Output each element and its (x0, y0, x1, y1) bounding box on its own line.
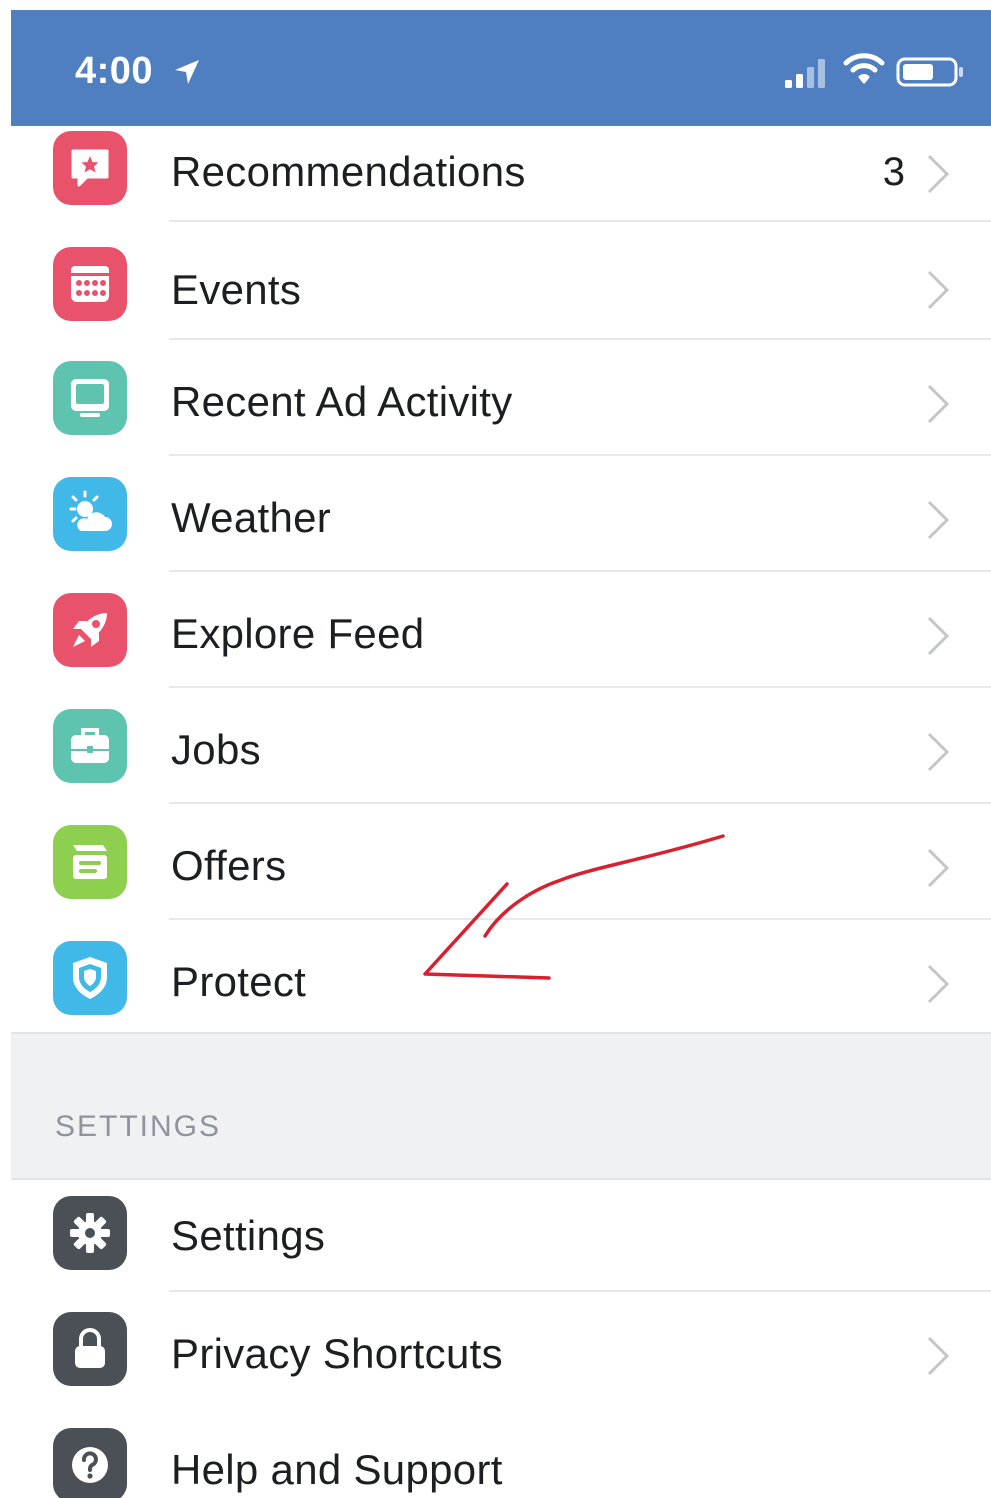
monitor-icon (53, 361, 127, 435)
weather-icon (53, 477, 127, 551)
menu-item-label: Privacy Shortcuts (171, 1330, 503, 1377)
wifi-icon (843, 53, 885, 84)
menu-item-jobs[interactable]: Jobs (11, 688, 991, 804)
battery-icon (896, 57, 963, 87)
menu-item-label: Help and Support (171, 1446, 503, 1493)
menu-item-label: Recent Ad Activity (171, 378, 513, 425)
offers-tag-icon (53, 825, 127, 899)
section-header-settings: SETTINGS (55, 1110, 222, 1143)
chevron-right-icon (927, 964, 950, 1004)
status-bar: 4:00 (11, 10, 991, 126)
chevron-right-icon (927, 154, 950, 194)
phone-screen: 4:00 Recommendations 3 Events Recent Ad … (11, 10, 991, 1498)
cellular-signal-icon (785, 59, 825, 88)
gear-icon (53, 1196, 127, 1270)
menu-item-label: Offers (171, 842, 287, 889)
rocket-icon (53, 593, 127, 667)
menu-item-protect[interactable]: Protect (11, 920, 991, 1036)
menu-item-label: Explore Feed (171, 610, 425, 657)
notification-count-badge: 3 (882, 150, 905, 194)
chevron-right-icon (927, 500, 950, 540)
menu-item-help-and-support[interactable]: Help and Support (11, 1408, 991, 1498)
calendar-icon (53, 247, 127, 321)
menu-item-recommendations[interactable]: Recommendations 3 (11, 116, 991, 232)
menu-item-events[interactable]: Events (11, 222, 991, 338)
menu-item-explore-feed[interactable]: Explore Feed (11, 572, 991, 688)
location-arrow-icon (175, 60, 199, 84)
menu-item-label: Jobs (171, 726, 261, 773)
chevron-right-icon (927, 616, 950, 656)
chevron-right-icon (927, 270, 950, 310)
help-question-icon (53, 1428, 127, 1498)
menu-item-label: Weather (171, 494, 332, 541)
menu-item-settings[interactable]: Settings (11, 1178, 991, 1294)
menu-item-recent-ad-activity[interactable]: Recent Ad Activity (11, 340, 991, 456)
chevron-right-icon (927, 848, 950, 888)
menu-item-privacy-shortcuts[interactable]: Privacy Shortcuts (11, 1292, 991, 1408)
status-time: 4:00 (75, 50, 154, 92)
chevron-right-icon (927, 1336, 950, 1376)
shield-icon (53, 941, 127, 1015)
chevron-right-icon (927, 384, 950, 424)
lock-icon (53, 1312, 127, 1386)
menu-item-label: Events (171, 266, 302, 313)
settings-section-separator (11, 1032, 991, 1180)
briefcase-icon (53, 709, 127, 783)
menu-item-weather[interactable]: Weather (11, 456, 991, 572)
menu-item-label: Settings (171, 1212, 326, 1259)
menu-item-label: Recommendations (171, 148, 526, 195)
menu-item-label: Protect (171, 958, 307, 1005)
chevron-right-icon (927, 732, 950, 772)
menu-item-offers[interactable]: Offers (11, 804, 991, 920)
recommendations-icon (53, 131, 127, 205)
